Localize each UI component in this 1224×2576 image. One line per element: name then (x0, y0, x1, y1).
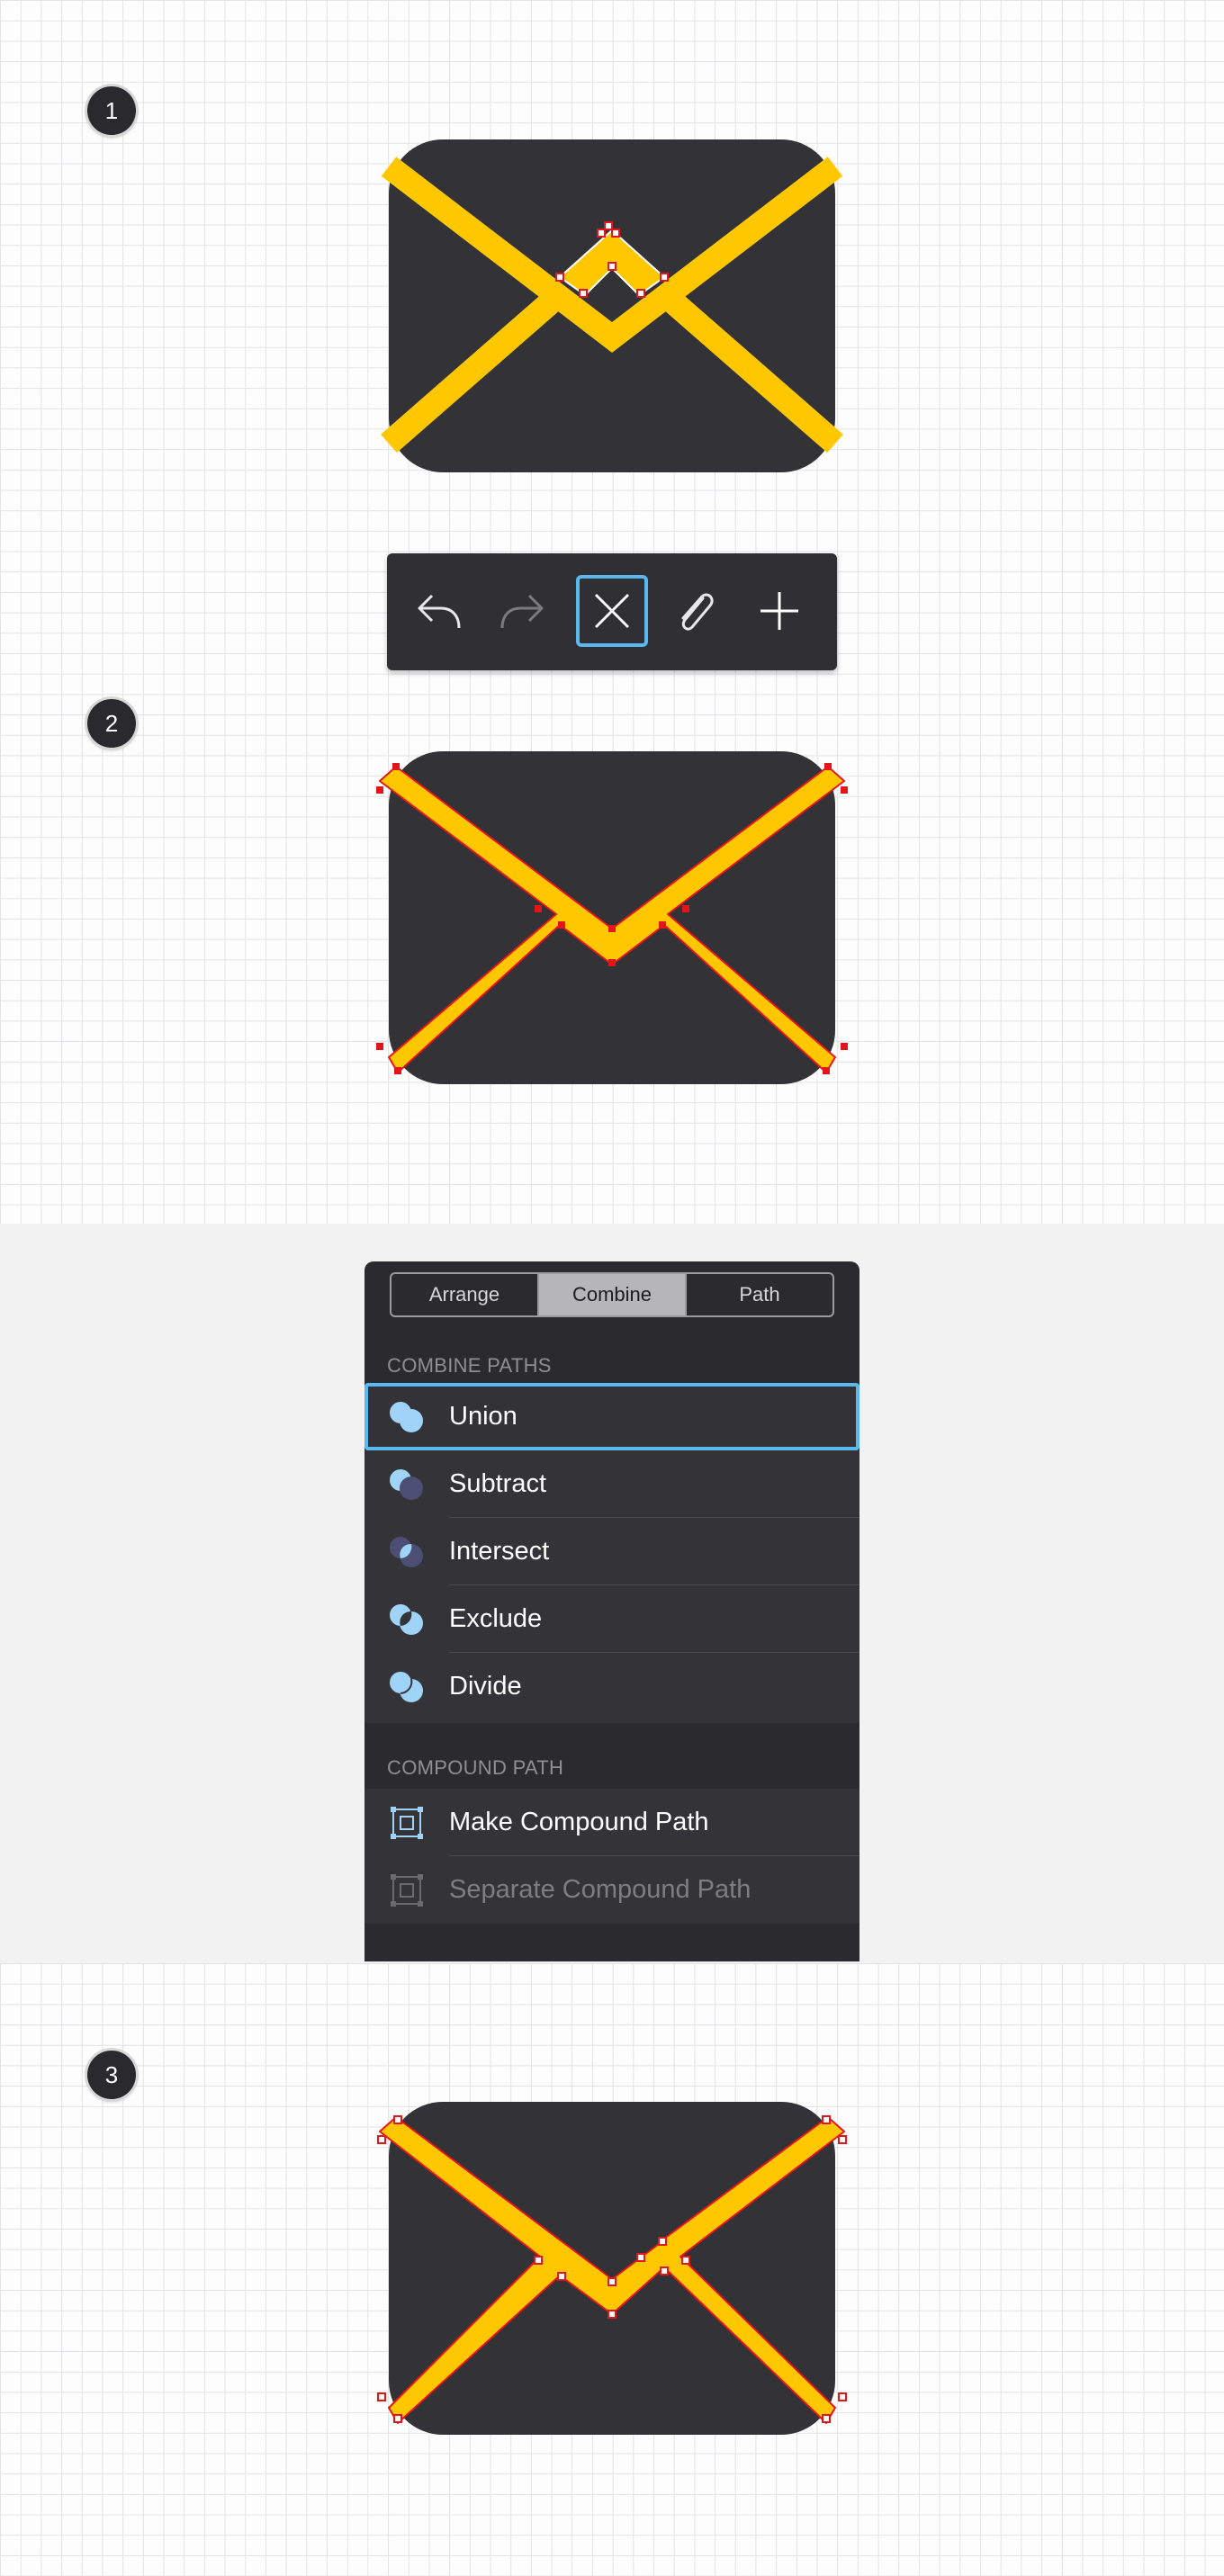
envelope-step-3 (377, 2102, 847, 2435)
envelope-body (389, 2102, 835, 2435)
